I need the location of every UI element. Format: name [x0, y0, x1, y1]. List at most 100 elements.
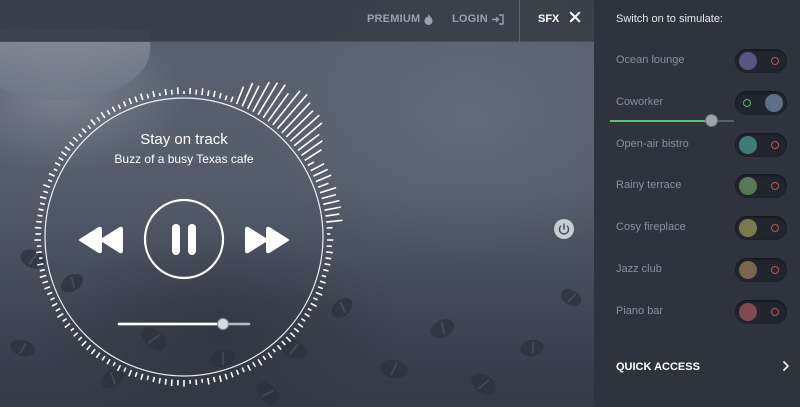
visualizer-bar: [164, 378, 167, 385]
visualizer-bar: [78, 133, 83, 138]
toggle-cosy-fireplace[interactable]: [735, 216, 787, 240]
visualizer-bar: [326, 251, 333, 254]
coworker-volume-fill: [610, 120, 712, 122]
toggle-coworker[interactable]: [735, 91, 787, 115]
visualizer-bar: [58, 156, 64, 162]
visualizer-bar: [44, 286, 51, 290]
toggle-jazz-club[interactable]: [735, 258, 787, 282]
visualizer-bar: [51, 302, 58, 307]
toggle-open-air-bistro[interactable]: [735, 133, 787, 157]
toggle-rainy-terrace[interactable]: [735, 174, 787, 198]
visualizer-bar: [48, 172, 55, 177]
visualizer-bar: [43, 190, 49, 194]
visualizer-bar: [241, 367, 245, 373]
visualizer-bar: [106, 358, 111, 365]
volume-thumb: [217, 318, 229, 330]
visualizer-bar: [46, 291, 53, 296]
sound-label: Ocean lounge: [616, 54, 685, 66]
off-indicator-icon: [771, 266, 779, 274]
login-link[interactable]: LOGIN: [452, 13, 504, 25]
visualizer-bar: [170, 379, 173, 387]
off-indicator-icon: [771, 141, 779, 149]
sound-row-cosy-fireplace: Cosy fireplace: [594, 213, 800, 243]
sound-row-coworker: Coworker: [594, 88, 800, 118]
visualizer-bar: [36, 251, 42, 254]
visualizer-bar: [164, 88, 167, 96]
visualizer-bar: [152, 376, 156, 383]
power-button[interactable]: [554, 219, 574, 239]
visualizer-bar: [95, 352, 101, 359]
sound-row-piano-bar: Piano bar: [594, 297, 800, 327]
visualizer-bar: [319, 280, 326, 284]
visualizer-bar: [73, 332, 79, 337]
visualizer-bar: [90, 348, 96, 355]
visualizer-bar: [317, 286, 324, 290]
visualizer-bar: [276, 344, 282, 351]
sound-row-jazz-club: Jazz club: [594, 255, 800, 285]
close-icon[interactable]: [568, 10, 582, 24]
visualizer-bar: [123, 367, 127, 373]
visualizer-bar: [224, 373, 228, 380]
quick-access-link[interactable]: QUICK ACCESS: [616, 361, 700, 373]
sound-row-open-air-bistro: Open-air bistro: [594, 130, 800, 160]
visualizer-bar: [53, 168, 58, 172]
visualizer-bar: [39, 268, 45, 272]
chevron-right-icon[interactable]: [782, 360, 790, 372]
visualizer-bar: [313, 168, 328, 177]
visualizer-bar: [281, 340, 286, 346]
visualizer-bar: [43, 183, 51, 188]
visualizer-bar: [152, 90, 156, 98]
pause-button[interactable]: [145, 200, 223, 278]
visualizer-bar: [68, 141, 75, 147]
visualizer-bar: [300, 140, 323, 157]
coworker-volume-slider[interactable]: [610, 114, 734, 127]
visualizer-bar: [267, 352, 273, 359]
visualizer-bar: [62, 317, 68, 322]
track-subtitle: Buzz of a busy Texas cafe: [114, 152, 254, 166]
visualizer-bar: [146, 375, 150, 381]
visualizer-bar: [158, 92, 161, 97]
visualizer-bar: [304, 312, 310, 318]
visualizer-bar: [128, 98, 133, 105]
visualizer-bar: [116, 364, 122, 372]
visualizer-bar: [111, 106, 116, 113]
visualizer-bar: [60, 151, 68, 157]
visualizer-bar: [252, 361, 257, 368]
coworker-volume-thumb[interactable]: [705, 114, 719, 127]
off-indicator-icon: [771, 57, 779, 65]
visualizer-bar: [300, 317, 306, 322]
visualizer-bar: [64, 146, 71, 152]
visualizer-bar: [224, 95, 228, 101]
visualizer-bar: [56, 312, 64, 318]
toggle-knob: [739, 52, 757, 70]
sfx-label[interactable]: SFX: [538, 13, 559, 25]
visualizer-bar: [72, 136, 79, 142]
visualizer-bar: [54, 161, 61, 167]
visualizer-bar: [146, 93, 150, 99]
toggle-ocean-lounge[interactable]: [735, 49, 787, 73]
sound-label: Jazz club: [616, 263, 662, 275]
track-title: Stay on track: [140, 131, 228, 148]
visualizer-bar: [140, 373, 144, 381]
top-bar: PREMIUM LOGIN SFX: [0, 0, 594, 42]
visualizer-bar: [201, 88, 204, 96]
fast-forward-button[interactable]: [243, 225, 291, 255]
visualizer-bar: [90, 119, 96, 126]
visualizer-bar: [285, 336, 292, 343]
visualizer-bar: [39, 274, 47, 279]
rewind-button[interactable]: [77, 225, 125, 255]
off-indicator-icon: [771, 308, 779, 316]
toggle-piano-bar[interactable]: [735, 300, 787, 324]
sound-label: Rainy terrace: [616, 179, 682, 191]
visualizer-bar: [100, 111, 106, 119]
premium-link[interactable]: PREMIUM: [367, 13, 433, 25]
visualizer-bar: [315, 174, 332, 183]
visualizer-bar: [134, 371, 138, 378]
toggle-knob: [765, 94, 783, 112]
visualizer-bar: [313, 297, 318, 301]
visualizer-bar: [87, 125, 92, 130]
visualizer-bar: [235, 86, 245, 105]
visualizer-bar: [289, 332, 296, 338]
visualizer-bar: [262, 355, 267, 361]
visualizer-bar: [112, 361, 116, 367]
